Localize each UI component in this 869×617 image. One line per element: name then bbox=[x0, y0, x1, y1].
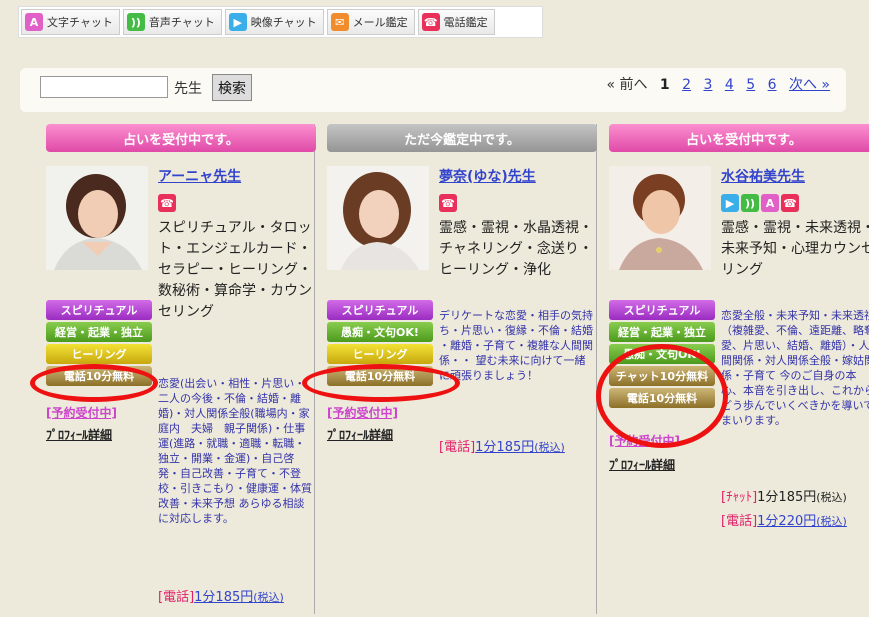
pagination: « 前へ 1 2 3 4 5 6 次へ » bbox=[598, 74, 830, 94]
method-filter-bar: A 文字チャット )) 音声チャット ▶ 映像チャット ✉ メール鑑定 ☎ 電話鑑定 bbox=[18, 6, 543, 38]
tag-spiritual: スピリチュアル bbox=[327, 300, 433, 320]
method-icons: ☎ bbox=[158, 194, 176, 212]
price-label: [電話] bbox=[721, 514, 758, 529]
teller-photo[interactable] bbox=[609, 166, 711, 270]
profile-link[interactable]: ﾌﾟﾛﾌｨｰﾙ詳細 bbox=[46, 426, 112, 443]
text-chat-icon: A bbox=[761, 194, 779, 212]
price-amount[interactable]: 1分220円 bbox=[757, 514, 816, 529]
pager-next[interactable]: 次へ » bbox=[789, 77, 830, 93]
voice-chat-icon: )) bbox=[741, 194, 759, 212]
price-label: [電話] bbox=[439, 440, 476, 455]
price-amount[interactable]: 1分185円 bbox=[194, 590, 253, 605]
pager-page-5[interactable]: 5 bbox=[746, 77, 755, 93]
tag-complaint-ok: 愚痴・文句OK! bbox=[327, 322, 433, 342]
filter-label: 映像チャット bbox=[250, 16, 317, 29]
price-phone: [電話]1分185円(税込) bbox=[439, 436, 565, 455]
mail-icon: ✉ bbox=[330, 13, 349, 31]
reserve-link[interactable]: [予約受付中] bbox=[46, 404, 117, 421]
teller-categories: 霊感・霊視・未来透視・未来予知・心理カウンセリング bbox=[721, 220, 869, 278]
filter-video-chat[interactable]: ▶ 映像チャット bbox=[224, 9, 324, 35]
phone-icon: ☎ bbox=[421, 13, 440, 31]
highlight-circle bbox=[596, 344, 728, 448]
voice-chat-icon: )) bbox=[126, 13, 145, 31]
filter-label: 電話鑑定 bbox=[443, 16, 488, 29]
pager-current: 1 bbox=[659, 77, 670, 93]
teller-name-link[interactable]: アーニャ先生 bbox=[158, 166, 241, 186]
highlight-circle bbox=[30, 364, 158, 402]
teller-photo[interactable] bbox=[327, 166, 429, 270]
pager-page-2[interactable]: 2 bbox=[682, 77, 691, 93]
price-chat: [ﾁｬｯﾄ]1分185円(税込) bbox=[721, 486, 847, 505]
teller-intro: デリケートな恋愛・相手の気持ち・片思い・復縁・不倫・結婚 ・離婚・子育て・複雑な… bbox=[439, 309, 593, 382]
price-label: [電話] bbox=[158, 590, 195, 605]
price-phone: [電話]1分185円(税込) bbox=[158, 586, 284, 605]
video-chat-icon: ▶ bbox=[721, 194, 739, 212]
search-button[interactable]: 検索 bbox=[212, 74, 252, 101]
pager-page-4[interactable]: 4 bbox=[725, 77, 734, 93]
teller-categories: スピリチュアル・タロット・エンジェルカード・セラピー・ヒーリング・数秘術・算命学… bbox=[158, 220, 312, 320]
tag-spiritual: スピリチュアル bbox=[609, 300, 715, 320]
filter-label: 音声チャット bbox=[148, 16, 215, 29]
price-label: [ﾁｬｯﾄ] bbox=[721, 490, 758, 505]
phone-icon: ☎ bbox=[158, 194, 176, 212]
pager-page-3[interactable]: 3 bbox=[703, 77, 712, 93]
tag-healing: ヒーリング bbox=[46, 344, 152, 364]
phone-icon: ☎ bbox=[781, 194, 799, 212]
profile-link[interactable]: ﾌﾟﾛﾌｨｰﾙ詳細 bbox=[327, 426, 393, 443]
status-banner: ただ今鑑定中です。 bbox=[327, 124, 597, 152]
filter-mail[interactable]: ✉ メール鑑定 bbox=[326, 9, 415, 35]
reserve-link[interactable]: [予約受付中] bbox=[327, 404, 398, 421]
video-chat-icon: ▶ bbox=[228, 13, 247, 31]
pager-prev: « 前へ bbox=[606, 77, 648, 93]
price-tax[interactable]: (税込) bbox=[253, 591, 284, 604]
pager-page-6[interactable]: 6 bbox=[768, 77, 777, 93]
teller-intro: 恋愛(出会い・相性・片思い・二人の今後・不倫・結婚・離婚)・対人関係全般(職場内… bbox=[158, 377, 312, 525]
price-tax[interactable]: (税込) bbox=[534, 441, 565, 454]
tag-business: 経営・起業・独立 bbox=[609, 322, 715, 342]
tag-healing: ヒーリング bbox=[327, 344, 433, 364]
teller-name-link[interactable]: 水谷祐美先生 bbox=[721, 166, 805, 186]
text-chat-icon: A bbox=[25, 13, 43, 31]
teller-name-link[interactable]: 夢奈(ゆな)先生 bbox=[439, 166, 536, 186]
filter-label: メール鑑定 bbox=[352, 16, 408, 29]
teller-categories: 霊感・霊視・水晶透視・チャネリング・念送り・ヒーリング・浄化 bbox=[439, 220, 593, 278]
price-amount[interactable]: 1分185円 bbox=[475, 440, 534, 455]
price-tax[interactable]: (税込) bbox=[816, 515, 847, 528]
tag-business: 経営・起業・独立 bbox=[46, 322, 152, 342]
highlight-circle bbox=[302, 364, 460, 402]
method-icons: ▶ )) A ☎ bbox=[721, 194, 799, 212]
teller-intro: 恋愛全般・未来予知・未来透視（複雑愛、不倫、遠距離、略奪愛、片思い、結婚、離婚）… bbox=[721, 309, 869, 427]
filter-phone[interactable]: ☎ 電話鑑定 bbox=[417, 9, 495, 35]
tag-spiritual: スピリチュアル bbox=[46, 300, 152, 320]
method-icons: ☎ bbox=[439, 194, 457, 212]
phone-icon: ☎ bbox=[439, 194, 457, 212]
teller-photo[interactable] bbox=[46, 166, 148, 270]
filter-voice-chat[interactable]: )) 音声チャット bbox=[122, 9, 222, 35]
status-banner: 占いを受付中です。 bbox=[609, 124, 869, 152]
filter-text-chat[interactable]: A 文字チャット bbox=[21, 9, 120, 35]
search-input[interactable] bbox=[40, 76, 168, 98]
profile-link[interactable]: ﾌﾟﾛﾌｨｰﾙ詳細 bbox=[609, 456, 675, 473]
filter-label: 文字チャット bbox=[47, 16, 113, 29]
price-amount: 1分185円 bbox=[757, 490, 817, 505]
status-banner: 占いを受付中です。 bbox=[46, 124, 316, 152]
search-suffix-label: 先生 bbox=[174, 81, 202, 97]
price-phone: [電話]1分220円(税込) bbox=[721, 510, 847, 529]
search-panel: 先生 検索 « 前へ 1 2 3 4 5 6 次へ » bbox=[20, 68, 846, 112]
price-tax: (税込) bbox=[816, 491, 847, 504]
